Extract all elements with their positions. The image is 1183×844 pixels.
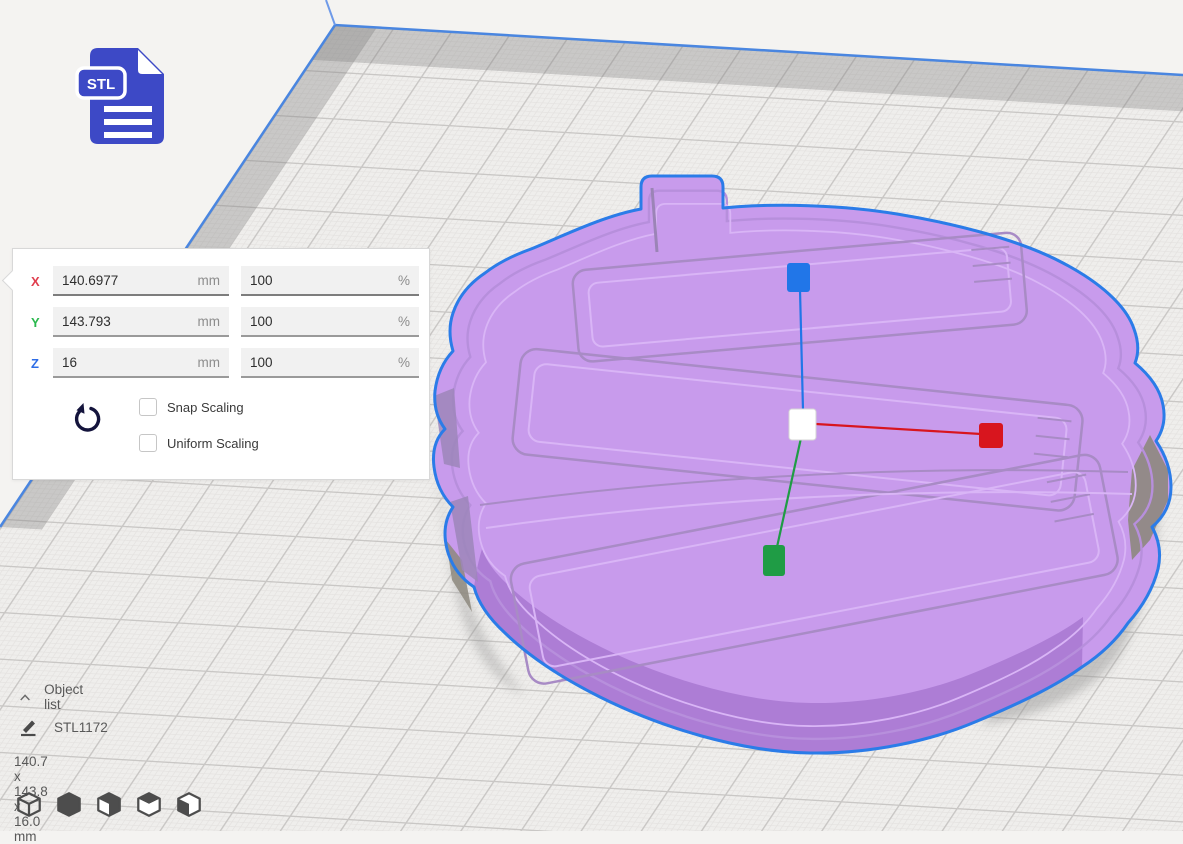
scale-handle-center[interactable] (789, 409, 816, 440)
x-size-input[interactable]: 140.6977 mm (53, 266, 229, 296)
y-percent-unit: % (398, 314, 410, 329)
object-item-name: STL1172 (54, 720, 108, 735)
cube-wireframe-icon (14, 790, 44, 820)
axis-x-label: X (31, 274, 53, 289)
x-percent-unit: % (398, 273, 410, 288)
reset-icon (69, 401, 103, 439)
z-percent-unit: % (398, 355, 410, 370)
cube-right-face-icon (174, 790, 204, 820)
stl-file-thumbnail: STL (74, 42, 174, 150)
object-list-item[interactable]: STL1172 (18, 717, 108, 737)
scale-row-z: Z 16 mm 100 % (31, 348, 419, 378)
axis-z-label: Z (31, 356, 53, 371)
y-size-unit: mm (198, 314, 221, 329)
snap-scaling-option[interactable]: Snap Scaling (139, 398, 244, 416)
uniform-scaling-checkbox[interactable] (139, 434, 157, 452)
pencil-icon (18, 717, 38, 737)
object-list-toggle[interactable]: Object list (20, 682, 87, 712)
scale-row-y: Y 143.793 mm 100 % (31, 307, 419, 337)
scale-handle-z[interactable] (787, 263, 810, 292)
uniform-scaling-option[interactable]: Uniform Scaling (139, 434, 259, 452)
view-3d-button[interactable] (14, 790, 44, 820)
cube-solid-icon (54, 790, 84, 820)
scale-handle-x[interactable] (979, 423, 1003, 448)
scale-tool-panel: X 140.6977 mm 100 % Y 143.793 mm 100 % Z… (12, 248, 430, 480)
cube-left-face-icon (134, 790, 164, 820)
snap-scaling-checkbox[interactable] (139, 398, 157, 416)
y-percent-input[interactable]: 100 % (241, 307, 419, 337)
z-size-input[interactable]: 16 mm (53, 348, 229, 378)
chevron-up-icon (20, 693, 30, 702)
uniform-scaling-label: Uniform Scaling (167, 436, 259, 451)
z-percent-input[interactable]: 100 % (241, 348, 419, 378)
scale-row-x: X 140.6977 mm 100 % (31, 266, 419, 296)
axis-y-label: Y (31, 315, 53, 330)
scale-handle-y[interactable] (763, 545, 785, 576)
view-top-button[interactable] (94, 790, 124, 820)
z-size-unit: mm (198, 355, 221, 370)
snap-scaling-label: Snap Scaling (167, 400, 244, 415)
plate-corner-axis (326, 0, 335, 25)
object-list-label: Object list (44, 682, 87, 712)
cura-prepare-screen: { "file_thumbnail": { "badge": "STL" }, … (0, 0, 1183, 831)
view-right-button[interactable] (174, 790, 204, 820)
x-percent-input[interactable]: 100 % (241, 266, 419, 296)
view-front-button[interactable] (54, 790, 84, 820)
view-left-button[interactable] (134, 790, 164, 820)
stl-badge-label: STL (87, 76, 115, 93)
cube-front-face-icon (94, 790, 124, 820)
camera-view-toolbar (14, 790, 204, 820)
reset-scale-button[interactable] (69, 401, 103, 439)
x-size-unit: mm (198, 273, 221, 288)
y-size-input[interactable]: 143.793 mm (53, 307, 229, 337)
